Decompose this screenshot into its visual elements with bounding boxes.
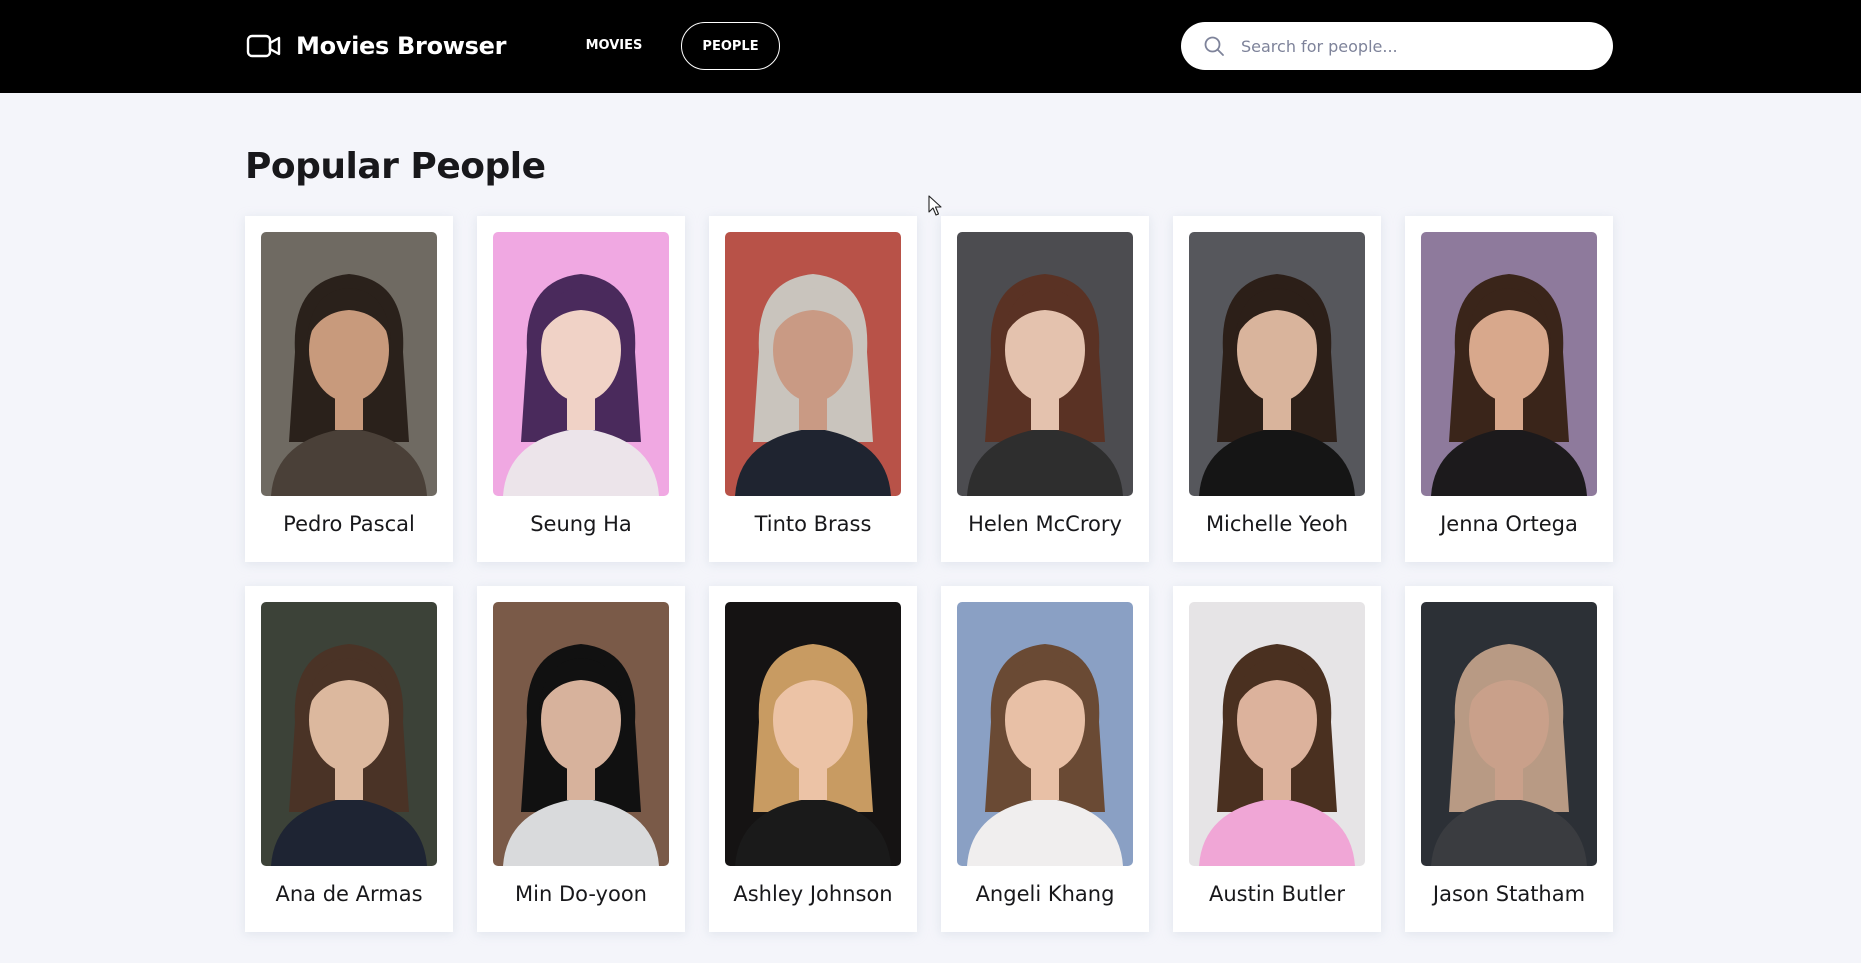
person-photo — [261, 602, 437, 866]
portrait-icon — [725, 602, 901, 866]
person-name: Ana de Armas — [275, 882, 423, 906]
person-card[interactable]: Min Do-yoon — [477, 586, 685, 932]
people-grid: Pedro Pascal Seung Ha Tinto Brass Helen McC… — [245, 216, 1613, 932]
page-title: Popular People — [245, 146, 546, 187]
person-card[interactable]: Austin Butler — [1173, 586, 1381, 932]
search-input[interactable] — [1241, 22, 1591, 70]
portrait-icon — [493, 602, 669, 866]
video-camera-icon — [246, 34, 281, 58]
person-photo — [1189, 602, 1365, 866]
nav-people-link[interactable]: PEOPLE — [681, 22, 780, 70]
portrait-icon — [493, 232, 669, 496]
person-photo — [957, 602, 1133, 866]
person-photo — [261, 232, 437, 496]
person-card[interactable]: Seung Ha — [477, 216, 685, 562]
person-card[interactable]: Ana de Armas — [245, 586, 453, 932]
portrait-icon — [1189, 602, 1365, 866]
person-card[interactable]: Helen McCrory — [941, 216, 1149, 562]
person-name: Ashley Johnson — [733, 882, 893, 906]
person-photo — [725, 602, 901, 866]
person-name: Seung Ha — [530, 512, 632, 536]
person-name: Tinto Brass — [754, 512, 872, 536]
person-photo — [957, 232, 1133, 496]
portrait-icon — [261, 232, 437, 496]
portrait-icon — [957, 232, 1133, 496]
portrait-icon — [1189, 232, 1365, 496]
person-card[interactable]: Angeli Khang — [941, 586, 1149, 932]
portrait-icon — [957, 602, 1133, 866]
person-card[interactable]: Jenna Ortega — [1405, 216, 1613, 562]
app-title: Movies Browser — [296, 32, 507, 60]
search-box — [1181, 22, 1613, 70]
person-photo — [1189, 232, 1365, 496]
nav-movies-link[interactable]: MOVIES — [568, 22, 660, 68]
person-name: Helen McCrory — [968, 512, 1122, 536]
mouse-cursor-icon — [928, 195, 942, 216]
person-name: Jenna Ortega — [1440, 512, 1578, 536]
search-icon — [1204, 36, 1224, 56]
person-card[interactable]: Ashley Johnson — [709, 586, 917, 932]
person-photo — [493, 602, 669, 866]
person-name: Michelle Yeoh — [1205, 512, 1349, 536]
person-card[interactable]: Jason Statham — [1405, 586, 1613, 932]
person-name: Jason Statham — [1432, 882, 1586, 906]
person-name: Austin Butler — [1208, 882, 1345, 906]
portrait-icon — [1421, 602, 1597, 866]
portrait-icon — [261, 602, 437, 866]
person-card[interactable]: Pedro Pascal — [245, 216, 453, 562]
person-card[interactable]: Michelle Yeoh — [1173, 216, 1381, 562]
portrait-icon — [1421, 232, 1597, 496]
app-logo[interactable]: Movies Browser — [246, 29, 506, 63]
person-photo — [1421, 602, 1597, 866]
portrait-icon — [725, 232, 901, 496]
person-photo — [493, 232, 669, 496]
person-name: Angeli Khang — [975, 882, 1115, 906]
person-photo — [725, 232, 901, 496]
person-name: Pedro Pascal — [283, 512, 415, 536]
person-card[interactable]: Tinto Brass — [709, 216, 917, 562]
person-name: Min Do-yoon — [515, 882, 647, 906]
top-navbar: Movies Browser MOVIES PEOPLE — [0, 0, 1861, 93]
person-photo — [1421, 232, 1597, 496]
